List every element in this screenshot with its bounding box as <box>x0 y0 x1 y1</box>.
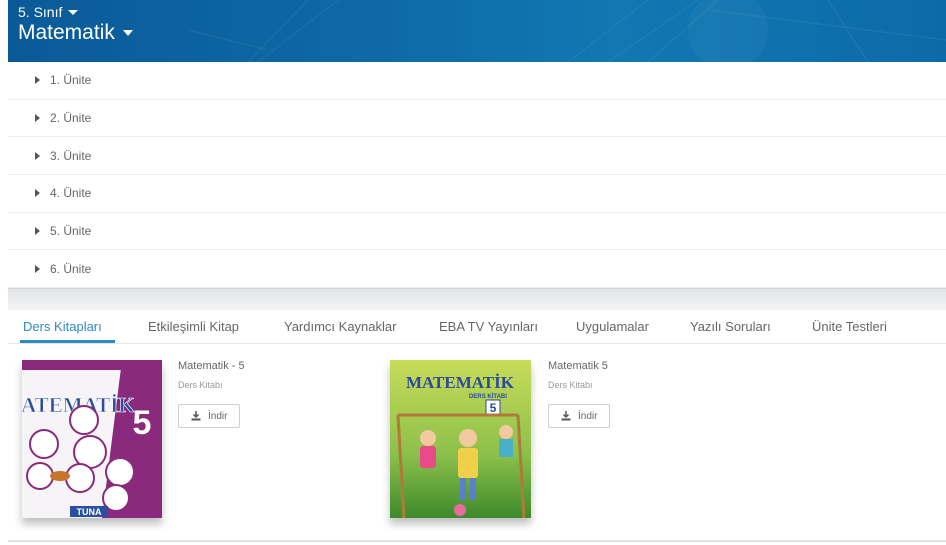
caret-right-icon <box>35 151 40 160</box>
caret-right-icon <box>35 264 40 273</box>
caret-right-icon <box>35 76 40 85</box>
svg-text:DERS KİTABI: DERS KİTABI <box>469 393 507 400</box>
tab-etkilesimli-kitap[interactable]: Etkileşimli Kitap <box>148 319 239 334</box>
download-icon <box>191 411 201 421</box>
book-type-1: Ders Kitabı <box>178 380 223 390</box>
caret-down-icon <box>122 30 133 36</box>
book-title-1: Matematik - 5 <box>178 360 245 372</box>
unit-label: 4. Ünite <box>50 186 92 201</box>
unit-label: 3. Ünite <box>50 148 92 163</box>
book-cover-1[interactable]: MATEMATİK 5 TUNA <box>1 360 162 518</box>
unit-item-4[interactable]: 4. Ünite <box>8 175 946 213</box>
unit-label: 6. Ünite <box>50 261 92 276</box>
book-title-2: Matematik 5 <box>548 360 608 372</box>
caret-right-icon <box>35 189 40 198</box>
unit-label: 1. Ünite <box>50 73 92 88</box>
unit-item-3[interactable]: 3. Ünite <box>8 137 946 176</box>
book-type-2: Ders Kitabı <box>548 380 593 390</box>
active-tab-indicator <box>20 340 115 343</box>
caret-right-icon <box>35 114 40 123</box>
download-label: İndir <box>208 410 228 422</box>
unit-label: 5. Ünite <box>50 224 92 239</box>
bottom-divider <box>8 540 946 542</box>
grade-label: 5. Sınıf <box>18 4 63 20</box>
svg-text:TUNA: TUNA <box>77 507 102 517</box>
subject-label: Matematik <box>18 21 115 44</box>
download-button-1[interactable]: İndir <box>178 404 241 428</box>
tab-eba-tv-yayinlari[interactable]: EBA TV Yayınları <box>439 319 538 334</box>
tab-yardimci-kaynaklar[interactable]: Yardımcı Kaynaklar <box>284 319 396 334</box>
unit-item-2[interactable]: 2. Ünite <box>8 100 946 138</box>
download-label: İndir <box>578 410 598 422</box>
unit-label: 2. Ünite <box>50 111 92 126</box>
unit-item-6[interactable]: 6. Ünite <box>8 250 946 289</box>
resource-tabs: Ders Kitapları Etkileşimli Kitap Yardımc… <box>8 310 946 344</box>
caret-right-icon <box>35 227 40 236</box>
grade-selector[interactable]: 5. Sınıf <box>18 4 79 20</box>
download-button-2[interactable]: İndir <box>548 404 611 428</box>
unit-item-5[interactable]: 5. Ünite <box>8 213 946 251</box>
unit-list: 1. Ünite 2. Ünite 3. Ünite 4. Ünite 5. Ü… <box>8 62 946 289</box>
section-divider <box>8 288 946 310</box>
header-background-pattern <box>187 0 946 62</box>
caret-down-icon <box>68 9 79 15</box>
unit-item-1[interactable]: 1. Ünite <box>8 62 946 100</box>
book-cover-2[interactable]: MATEMATİK DERS KİTABI 5 <box>390 360 531 519</box>
svg-text:5: 5 <box>133 404 152 442</box>
subject-selector[interactable]: Matematik <box>18 21 133 45</box>
page-header: 5. Sınıf Matematik <box>8 0 946 62</box>
tab-uygulamalar[interactable]: Uygulamalar <box>576 319 649 334</box>
svg-text:MATEMATİK: MATEMATİK <box>406 373 515 392</box>
tab-unite-testleri[interactable]: Ünite Testleri <box>812 319 887 334</box>
tab-yazili-sorulari[interactable]: Yazılı Soruları <box>690 319 771 334</box>
download-icon <box>561 411 571 421</box>
tab-ders-kitaplari[interactable]: Ders Kitapları <box>23 319 102 334</box>
svg-text:5: 5 <box>490 401 497 415</box>
